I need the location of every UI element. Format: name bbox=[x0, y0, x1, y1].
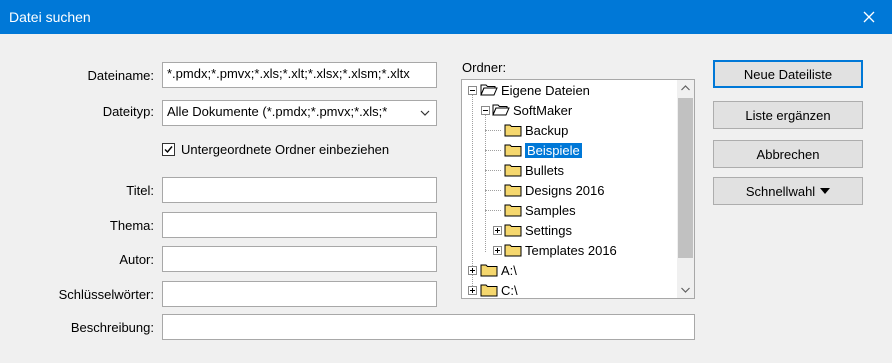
folder-open-icon bbox=[492, 104, 510, 116]
folder-icon bbox=[480, 264, 498, 277]
titel-label: Titel: bbox=[126, 183, 154, 198]
tree-scrollbar[interactable] bbox=[677, 80, 694, 298]
beschreibung-input[interactable] bbox=[162, 314, 695, 340]
dateityp-select[interactable]: Alle Dokumente (*.pmdx;*.pmvx;*.xls;* bbox=[162, 100, 437, 126]
tree-line bbox=[485, 170, 501, 171]
dateityp-label: Dateityp: bbox=[102, 104, 154, 119]
tree-item-beispiele[interactable]: Beispiele bbox=[504, 140, 582, 160]
expand-icon[interactable] bbox=[493, 226, 502, 235]
dateityp-value: Alle Dokumente (*.pmdx;*.pmvx;*.xls;* bbox=[167, 104, 388, 119]
caret-down-icon bbox=[820, 188, 831, 194]
keywords-input[interactable] bbox=[162, 281, 437, 307]
new-file-list-button[interactable]: Neue Dateiliste bbox=[713, 60, 863, 88]
subfolders-label: Untergeordnete Ordner einbeziehen bbox=[181, 142, 390, 157]
title-bar: Datei suchen bbox=[0, 0, 892, 34]
tree-item-settings[interactable]: Settings bbox=[504, 220, 572, 240]
folder-icon bbox=[480, 284, 498, 297]
tree-item-backup[interactable]: Backup bbox=[504, 120, 568, 140]
chevron-down-icon bbox=[420, 110, 430, 116]
folder-icon bbox=[504, 164, 522, 177]
checkbox-box bbox=[162, 143, 175, 156]
tree-item-eigene-dateien[interactable]: Eigene Dateien bbox=[480, 80, 590, 100]
collapse-icon[interactable] bbox=[468, 86, 477, 95]
scrollbar-thumb[interactable] bbox=[678, 98, 693, 258]
subfolders-checkbox[interactable]: Untergeordnete Ordner einbeziehen bbox=[162, 142, 389, 157]
dateiname-label: Dateiname: bbox=[87, 68, 154, 83]
beschreibung-label: Beschreibung: bbox=[70, 320, 154, 335]
file-search-dialog: Datei suchen Dateiname: *.pmdx;*.pmvx;*.… bbox=[0, 0, 892, 363]
folder-icon bbox=[504, 124, 522, 137]
folder-open-icon bbox=[480, 84, 498, 96]
tree-line bbox=[485, 150, 501, 151]
close-button[interactable] bbox=[846, 0, 892, 34]
extend-list-button[interactable]: Liste ergänzen bbox=[713, 101, 863, 129]
collapse-icon[interactable] bbox=[481, 106, 490, 115]
tree-line bbox=[472, 90, 473, 292]
checkmark-icon bbox=[164, 146, 173, 154]
scroll-down-icon[interactable] bbox=[677, 281, 694, 298]
quick-select-button[interactable]: Schnellwahl bbox=[713, 177, 863, 205]
tree-item-drive-c[interactable]: C:\ bbox=[480, 280, 518, 298]
folder-icon bbox=[504, 244, 522, 257]
keywords-label: Schlüsselwörter: bbox=[58, 287, 154, 302]
folders-label: Ordner: bbox=[462, 60, 507, 75]
close-icon bbox=[863, 11, 875, 23]
expand-icon[interactable] bbox=[468, 266, 477, 275]
tree-line bbox=[485, 190, 501, 191]
tree-item-drive-a[interactable]: A:\ bbox=[480, 260, 517, 280]
dateiname-input[interactable]: *.pmdx;*.pmvx;*.xls;*.xlt;*.xlsx;*.xlsm;… bbox=[162, 62, 437, 88]
tree-item-designs[interactable]: Designs 2016 bbox=[504, 180, 605, 200]
folder-icon bbox=[504, 144, 522, 157]
expand-icon[interactable] bbox=[493, 246, 502, 255]
autor-input[interactable] bbox=[162, 246, 437, 272]
tree-line bbox=[485, 130, 501, 131]
tree-item-bullets[interactable]: Bullets bbox=[504, 160, 564, 180]
thema-input[interactable] bbox=[162, 212, 437, 238]
folder-icon bbox=[504, 184, 522, 197]
folder-icon bbox=[504, 224, 522, 237]
tree-line bbox=[485, 210, 501, 211]
window-title: Datei suchen bbox=[9, 9, 91, 25]
tree-item-softmaker[interactable]: SoftMaker bbox=[492, 100, 572, 120]
folder-icon bbox=[504, 204, 522, 217]
expand-icon[interactable] bbox=[468, 286, 477, 295]
scroll-up-icon[interactable] bbox=[677, 80, 694, 97]
autor-label: Autor: bbox=[119, 252, 154, 267]
titel-input[interactable] bbox=[162, 177, 437, 203]
thema-label: Thema: bbox=[109, 218, 154, 233]
quick-select-label: Schnellwahl bbox=[745, 183, 816, 199]
cancel-button[interactable]: Abbrechen bbox=[713, 140, 863, 168]
tree-line bbox=[485, 110, 486, 252]
tree-item-samples[interactable]: Samples bbox=[504, 200, 576, 220]
folder-tree[interactable]: Eigene Dateien SoftMaker Backup Beispiel… bbox=[461, 79, 695, 299]
tree-item-templates[interactable]: Templates 2016 bbox=[504, 240, 617, 260]
